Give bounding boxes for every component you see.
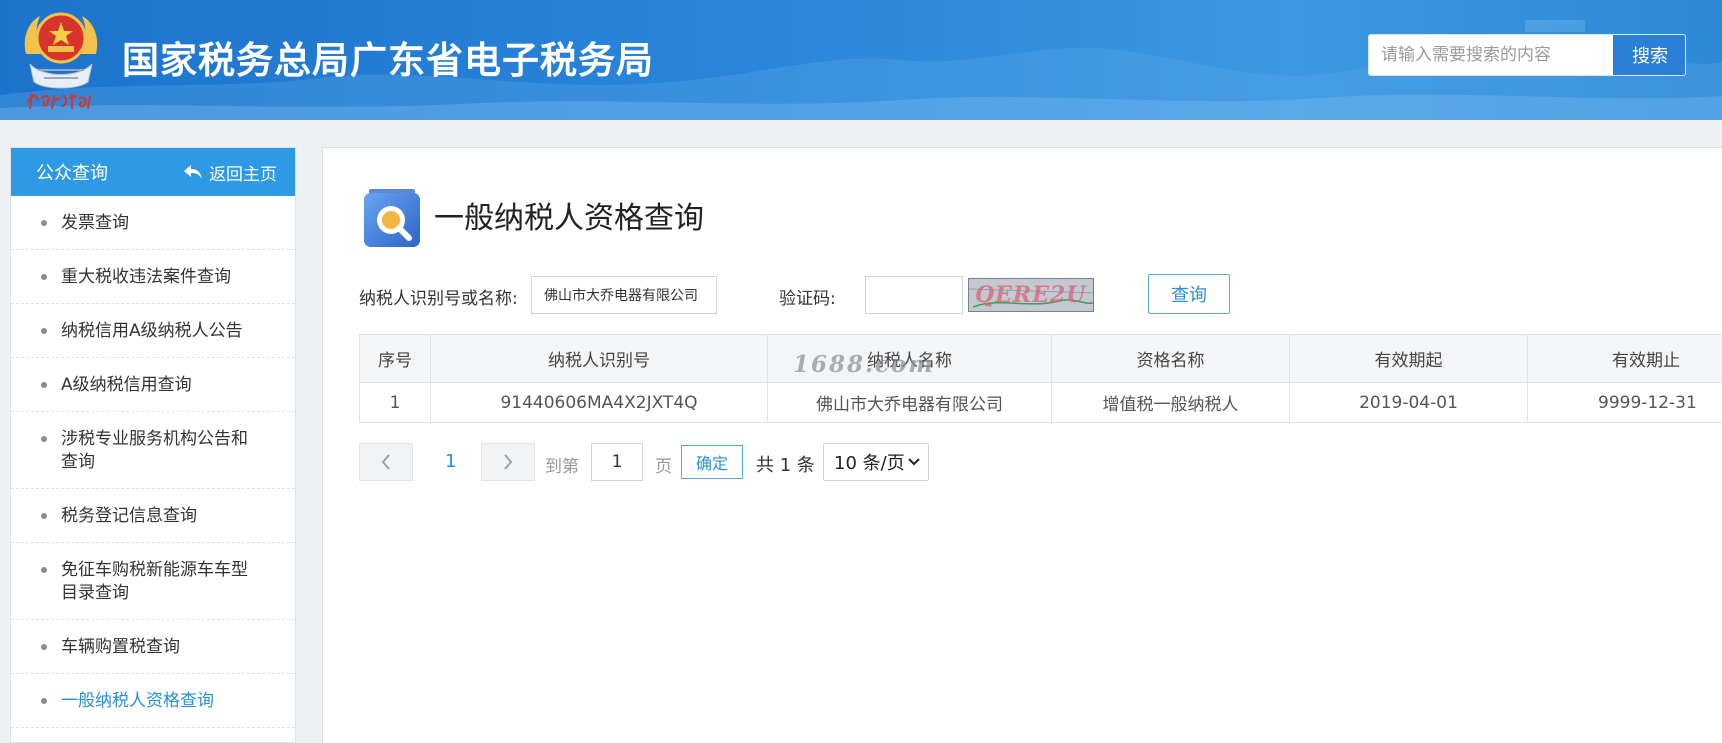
sidebar-title: 公众查询 (36, 163, 108, 184)
emblem-script-logo (27, 93, 91, 109)
sidebar-header: 公众查询 返回主页 (11, 148, 295, 196)
back-home-link[interactable]: 返回主页 (183, 160, 277, 185)
goto-label: 到第 (545, 457, 579, 477)
page-size-select[interactable]: 10 条/页 (823, 443, 929, 481)
sidebar: 公众查询 返回主页 发票查询 重大税收违法案件查询 纳税信用A级纳税人公告 A级… (10, 147, 296, 743)
sidebar-item-tax-registration-query[interactable]: 税务登记信息查询 (11, 489, 295, 543)
sidebar-item-label: 免征车购税新能源车车型目录查询 (61, 560, 248, 603)
table-cell: 增值税一般纳税人 (1051, 382, 1290, 423)
page-unit-label: 页 (655, 457, 672, 477)
search-button[interactable]: 搜索 (1613, 35, 1685, 75)
search-box: 搜索 (1368, 34, 1686, 76)
taxpayer-input[interactable]: 佛山市大乔电器有限公司 (531, 276, 717, 314)
sidebar-item-label: A级纳税信用查询 (61, 375, 192, 395)
page-number-current[interactable]: 1 (445, 451, 456, 472)
sidebar-item-label: 车辆购置税查询 (61, 637, 180, 657)
captcha-image[interactable]: QERE2U (968, 278, 1094, 312)
query-button[interactable]: 查询 (1148, 274, 1230, 314)
goto-page-input[interactable]: 1 (591, 443, 643, 481)
bullet-dot (41, 698, 47, 704)
sidebar-item-label: 税务登记信息查询 (61, 506, 197, 526)
goto-confirm-button[interactable]: 确定 (681, 445, 743, 479)
bullet-dot (41, 513, 47, 519)
search-input[interactable] (1369, 35, 1613, 75)
sidebar-item-label: 重大税收违法案件查询 (61, 267, 231, 287)
bullet-dot (41, 567, 47, 573)
chevron-right-icon (504, 454, 513, 470)
captcha-input[interactable] (865, 276, 963, 314)
sidebar-item-tax-service-agency[interactable]: 涉税专业服务机构公告和查询 (11, 412, 295, 489)
search-document-icon (364, 189, 420, 247)
column-header: 纳税人识别号 (430, 334, 768, 383)
total-count: 共 1 条 (756, 455, 815, 476)
prev-page-button[interactable] (359, 443, 413, 481)
sidebar-item-a-credit-query[interactable]: A级纳税信用查询 (11, 358, 295, 412)
table-row: 1 91440606MA4X2JXT4Q 佛山市大乔电器有限公司 增值税一般纳税… (359, 382, 1722, 423)
sidebar-item-label: 一般纳税人资格查询 (61, 691, 214, 711)
captcha-text: QERE2U (975, 282, 1087, 308)
bullet-dot (41, 328, 47, 334)
page-title: 一般纳税人资格查询 (434, 201, 704, 236)
column-header: 纳税人名称 (767, 334, 1052, 383)
next-page-button[interactable] (481, 443, 535, 481)
reply-arrow-icon (184, 165, 202, 179)
column-header: 资格名称 (1051, 334, 1290, 383)
captcha-label: 验证码: (779, 289, 836, 309)
table-cell: 1 (359, 382, 431, 423)
sidebar-item-new-energy-vehicle-catalog[interactable]: 免征车购税新能源车车型目录查询 (11, 543, 295, 620)
table-cell: 91440606MA4X2JXT4Q (430, 382, 768, 423)
site-header: 国家税务总局广东省电子税务局 搜索 (0, 0, 1722, 120)
chevron-down-icon (908, 458, 920, 466)
sidebar-item-general-taxpayer-query[interactable]: 一般纳税人资格查询 (11, 674, 295, 728)
table-cell: 2019-04-01 (1289, 382, 1528, 423)
site-title: 国家税务总局广东省电子税务局 (122, 39, 654, 82)
sidebar-item-label: 发票查询 (61, 213, 129, 233)
sidebar-item-label: 纳税信用A级纳税人公告 (61, 321, 243, 341)
taxpayer-label: 纳税人识别号或名称: (359, 289, 518, 309)
column-header: 有效期止 (1527, 334, 1722, 383)
table-header-row: 序号 纳税人识别号 纳税人名称 资格名称 有效期起 有效期止 (359, 334, 1722, 383)
national-emblem-logo (24, 12, 98, 109)
back-home-label: 返回主页 (209, 164, 277, 185)
column-header: 序号 (359, 334, 431, 383)
pagination: 1 到第 1 页 确定 共 1 条 10 条/页 (359, 443, 1159, 481)
table-cell: 佛山市大乔电器有限公司 (767, 382, 1052, 423)
bullet-dot (41, 220, 47, 226)
bullet-dot (41, 274, 47, 280)
sidebar-item-invoice-query[interactable]: 发票查询 (11, 196, 295, 250)
bullet-dot (41, 436, 47, 442)
sidebar-item-vehicle-purchase-tax[interactable]: 车辆购置税查询 (11, 620, 295, 674)
table-cell: 9999-12-31 (1527, 382, 1722, 423)
query-form: 纳税人识别号或名称: 佛山市大乔电器有限公司 验证码: QERE2U 查询 (359, 274, 1719, 316)
sidebar-item-label: 涉税专业服务机构公告和查询 (61, 429, 248, 472)
column-header: 有效期起 (1289, 334, 1528, 383)
bullet-dot (41, 382, 47, 388)
sidebar-item-a-credit-notice[interactable]: 纳税信用A级纳税人公告 (11, 304, 295, 358)
chevron-left-icon (381, 454, 390, 470)
page-size-value: 10 条/页 (834, 453, 905, 474)
bullet-dot (41, 644, 47, 650)
main-panel: 一般纳税人资格查询 纳税人识别号或名称: 佛山市大乔电器有限公司 验证码: QE… (322, 147, 1722, 743)
sidebar-item-major-violation-query[interactable]: 重大税收违法案件查询 (11, 250, 295, 304)
result-table: 序号 纳税人识别号 纳税人名称 资格名称 有效期起 有效期止 1 9144060… (359, 334, 1722, 423)
